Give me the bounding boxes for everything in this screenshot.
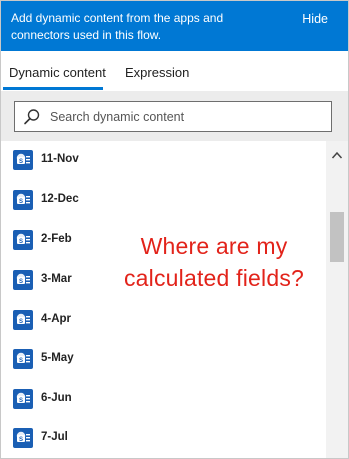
list-item-label: 3-Mar: [41, 273, 72, 285]
search-placeholder: Search dynamic content: [50, 110, 185, 124]
list-item[interactable]: S 7-Jul: [1, 419, 326, 458]
list-item-label: 4-Apr: [41, 313, 72, 325]
sharepoint-list-icon: S: [13, 428, 33, 448]
list-item[interactable]: S 12-Dec: [1, 181, 326, 221]
tab-bar: Dynamic content Expression: [1, 51, 348, 91]
list-item[interactable]: S 4-Apr: [1, 301, 326, 341]
svg-text:S: S: [19, 199, 23, 205]
list-item-label: 7-Jul: [41, 431, 68, 443]
search-input[interactable]: Search dynamic content: [14, 101, 332, 132]
active-tab-indicator: [3, 87, 103, 90]
sharepoint-list-icon: S: [13, 389, 33, 409]
sharepoint-list-icon: S: [13, 349, 33, 369]
dynamic-content-panel: Add dynamic content from the apps and co…: [0, 0, 349, 459]
svg-text:S: S: [19, 239, 23, 245]
list-item-label: 12-Dec: [41, 193, 79, 205]
list-item[interactable]: S 6-Jun: [1, 380, 326, 420]
list-item-label: 2-Feb: [41, 233, 72, 245]
sharepoint-list-icon: S: [13, 310, 33, 330]
list-item-label: 6-Jun: [41, 392, 72, 404]
tab-expression[interactable]: Expression: [125, 65, 189, 80]
banner-text: Add dynamic content from the apps and co…: [11, 11, 224, 42]
sharepoint-list-icon: S: [13, 150, 33, 170]
annotation-callout: Where are my calculated fields?: [109, 230, 319, 294]
annotation-line-1: Where are my: [140, 233, 288, 259]
sharepoint-list-icon: S: [13, 270, 33, 290]
svg-text:S: S: [19, 437, 23, 443]
annotation-line-2: calculated fields?: [123, 265, 305, 291]
svg-text:S: S: [19, 279, 23, 285]
dynamic-content-list: S 11-Nov S 12-Dec S 2-Feb S 3-Mar S 4-Ap…: [1, 141, 326, 458]
tab-dynamic-content[interactable]: Dynamic content: [9, 65, 106, 80]
svg-text:S: S: [19, 358, 23, 364]
chevron-up-icon[interactable]: [331, 150, 343, 160]
scroll-thumb[interactable]: [330, 212, 344, 262]
search-icon: [24, 109, 40, 125]
list-item[interactable]: S 11-Nov: [1, 141, 326, 181]
svg-text:S: S: [19, 398, 23, 404]
list-item[interactable]: S 5-May: [1, 340, 326, 380]
svg-text:S: S: [19, 159, 23, 165]
list-scrollbar[interactable]: [326, 141, 348, 458]
list-item-label: 11-Nov: [41, 153, 79, 165]
info-banner: Add dynamic content from the apps and co…: [1, 1, 348, 51]
list-item-label: 5-May: [41, 352, 74, 364]
sharepoint-list-icon: S: [13, 230, 33, 250]
svg-text:S: S: [19, 319, 23, 325]
sharepoint-list-icon: S: [13, 190, 33, 210]
hide-link[interactable]: Hide: [302, 12, 328, 26]
search-area: Search dynamic content: [1, 91, 348, 141]
